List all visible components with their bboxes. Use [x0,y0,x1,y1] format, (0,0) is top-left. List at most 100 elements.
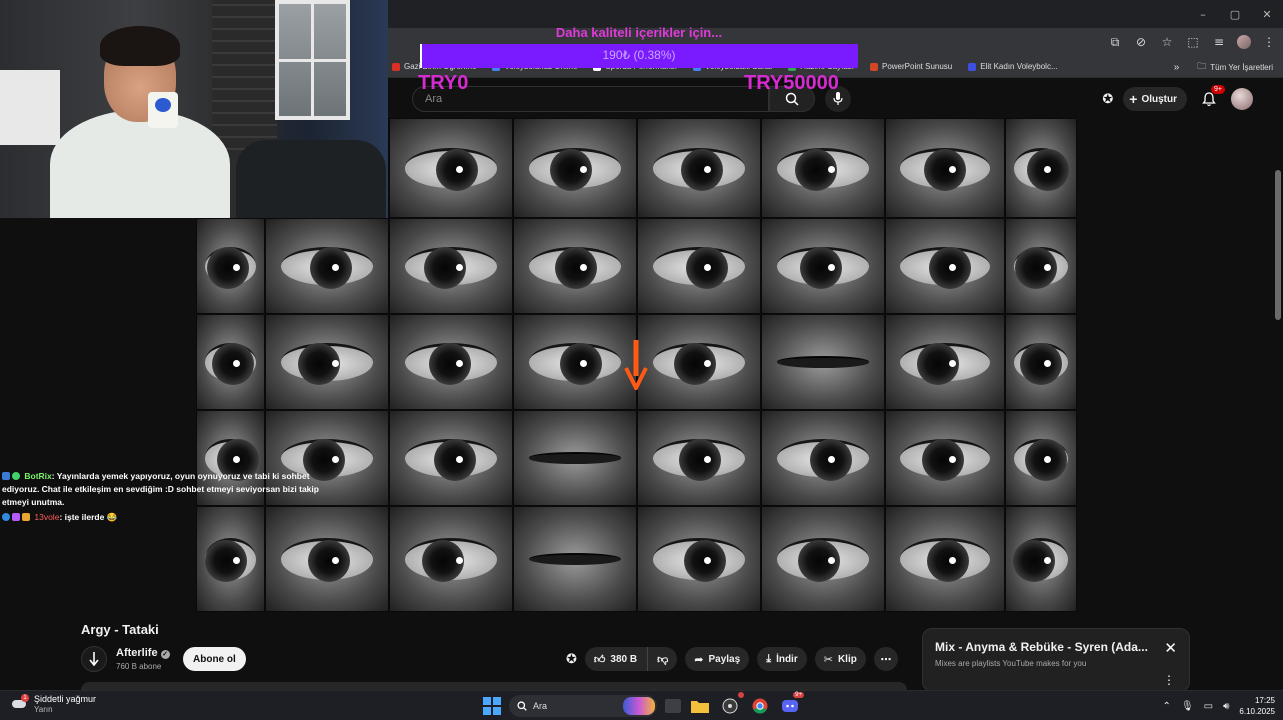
eye-tile [637,410,761,506]
bookmark-item[interactable]: PowerPoint Sunusu [869,62,952,71]
eye-tile [196,314,265,410]
subscribe-button[interactable]: Abone ol [183,647,246,671]
donation-progress-text: 190₺ (0.38%) [602,48,676,62]
subscriber-count: 760 B abone [116,662,162,671]
eye-tile [513,314,637,410]
minimize-button[interactable]: – [1187,0,1219,28]
create-button[interactable]: + Oluştur [1123,87,1187,111]
share-label: Paylaş [708,653,741,665]
bookmarks-more-button[interactable]: » [1174,62,1180,73]
orange-arrow-cursor-icon [624,340,648,390]
weather-title: Şiddetli yağmur [34,694,97,704]
eye-tile [761,506,885,612]
eye-tile [389,506,513,612]
eye-tile [389,218,513,314]
like-button[interactable]: 👍︎ 380 B [584,647,649,671]
webcam-person-body [50,110,230,218]
verified-badge-icon [12,472,20,480]
webcam-brick-wall [212,0,277,160]
channel-avatar[interactable] [81,646,107,672]
hide-icon[interactable]: ⊘ [1133,35,1149,49]
file-explorer-icon[interactable] [689,695,711,717]
close-window-button[interactable]: ✕ [1251,0,1283,28]
task-view-icon[interactable] [665,699,681,713]
search-highlight-art [623,697,655,715]
bookmark-label: Elit Kadın Voleybolc... [980,62,1058,71]
discord-badge: 9+ [793,692,804,698]
eye-tile [885,410,1005,506]
browser-menu-icon[interactable]: ⋮ [1261,35,1277,49]
clip-button[interactable]: ✂ Klip [814,647,866,671]
maximize-button[interactable]: ▢ [1219,0,1251,28]
channel-name-row[interactable]: Afterlife ✓ [116,647,170,659]
clock[interactable]: 17:25 6.10.2025 [1239,695,1275,717]
eye-tile [885,314,1005,410]
bookmarks-right: » 🗀 Tüm Yer İşaretleri [1174,56,1273,78]
game-app-icon[interactable] [719,692,744,717]
bookmark-favicon-icon [968,62,977,71]
browser-profile-avatar[interactable] [1237,35,1251,49]
extensions-icon[interactable]: ⬚ [1185,35,1201,49]
eye-tile [637,314,761,410]
weather-widget[interactable]: 1 Şiddetli yağmur Yarın [12,694,96,714]
download-icon: ⤓ [766,652,772,665]
bookmark-star-icon[interactable]: ☆ [1159,35,1175,49]
taskbar-apps: Ara 9+ [483,692,804,718]
window-controls: – ▢ ✕ [1187,0,1283,28]
donation-goal-title: Daha kaliteli içerikler için... [555,25,723,40]
install-app-icon[interactable]: ⧉ [1107,35,1123,50]
microphone-icon[interactable]: 🎙︎ [1181,701,1194,712]
rain-cloud-icon: 1 [12,694,29,712]
eye-tile [637,218,761,314]
share-arrow-icon: ➦ [694,652,704,666]
discord-icon[interactable]: 9+ [779,692,804,717]
thumbs-down-icon: 👎︎ [657,652,669,666]
down-arrow-logo-icon [89,652,99,666]
search-icon [517,701,527,711]
taskbar-search-input[interactable]: Ara [509,695,657,717]
mix-playlist-card[interactable]: Mix - Anyma & Rebüke - Syren (Ada... Mix… [922,628,1190,692]
create-label: Oluştur [1141,93,1177,105]
share-button[interactable]: ➦ Paylaş [685,647,750,671]
shorts-create-icon[interactable]: ✪ [1102,92,1113,107]
eye-tile [885,218,1005,314]
dislike-button[interactable]: 👎︎ [648,647,678,671]
eye-tile [389,314,513,410]
webcam-window [275,0,350,120]
chrome-icon[interactable] [749,695,771,717]
account-avatar[interactable] [1231,88,1253,110]
eye-tile [389,118,513,218]
media-controls-icon[interactable]: ≡ [1211,35,1227,49]
eye-tile [885,506,1005,612]
download-button[interactable]: ⤓ İndir [757,647,807,671]
page-scrollbar[interactable] [1275,170,1281,320]
windows-taskbar: 1 Şiddetli yağmur Yarın Ara 9+ ⌃ 🎙︎ ▭ 🔊︎… [0,690,1283,720]
chat-message: 13vole: işte ilerde 😂 [2,511,320,524]
sparkle-ask-icon[interactable]: ✪ [566,652,577,667]
vip-badge-icon [12,513,20,521]
volume-icon[interactable]: 🔊︎ [1223,701,1229,712]
donation-min-label: TRY0 [418,72,469,94]
download-label: İndir [776,653,798,665]
network-icon[interactable]: ▭ [1204,701,1213,712]
eye-tile [1005,218,1077,314]
all-bookmarks-folder[interactable]: 🗀 Tüm Yer İşaretleri [1197,59,1273,75]
bot-badge-icon [2,472,10,480]
chevron-up-icon[interactable]: ⌃ [1163,701,1171,712]
windows-start-icon[interactable] [483,697,501,715]
folder-icon: 🗀 [1197,62,1207,72]
more-vertical-icon[interactable]: ⋮ [1163,673,1175,687]
weather-alert-badge: 1 [21,694,29,702]
bookmark-item[interactable]: Elit Kadın Voleybolc... [968,62,1058,71]
subscriber-badge-icon [2,513,10,521]
like-count: 380 B [610,653,638,665]
clock-date: 6.10.2025 [1239,707,1275,716]
clip-label: Klip [837,653,857,665]
eye-tile [761,118,885,218]
clock-time: 17:25 [1254,696,1275,705]
webcam-chair [236,140,386,218]
notifications-button[interactable]: 9+ [1197,85,1225,111]
close-icon[interactable]: ✕ [1164,639,1177,657]
eye-tile [761,410,885,506]
more-actions-button[interactable]: ⋯ [873,647,898,671]
